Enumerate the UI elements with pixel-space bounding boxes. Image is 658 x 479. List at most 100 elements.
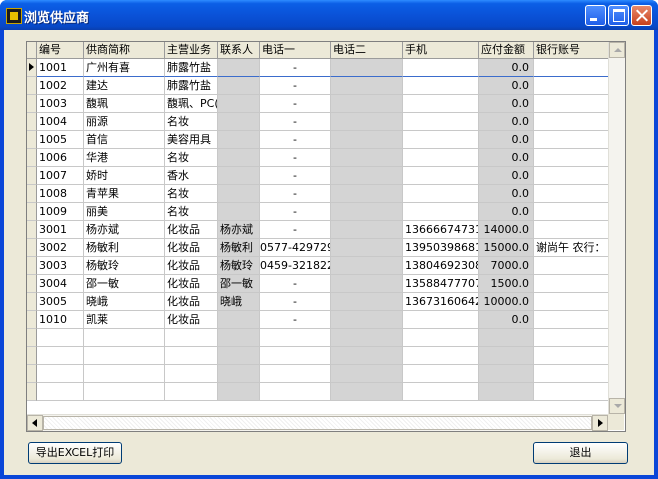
row-selector[interactable]	[27, 275, 37, 293]
close-button[interactable]	[631, 5, 652, 26]
col-business-cell[interactable]	[165, 347, 218, 365]
col-mobile-cell[interactable]: 13804692308	[403, 257, 479, 275]
col-phone2-cell[interactable]	[331, 311, 403, 329]
row-selector[interactable]	[27, 131, 37, 149]
col-phone1-cell[interactable]: -	[260, 113, 331, 131]
col-mobile-cell[interactable]	[403, 383, 479, 401]
col-business-cell[interactable]: 名妆	[165, 113, 218, 131]
col-business-cell[interactable]: 名妆	[165, 185, 218, 203]
row-selector[interactable]	[27, 113, 37, 131]
col-short-name-cell[interactable]: 丽源	[84, 113, 165, 131]
col-mobile-cell[interactable]	[403, 77, 479, 95]
col-contact-cell[interactable]	[218, 131, 260, 149]
scroll-right-icon[interactable]	[592, 415, 608, 431]
col-id-cell[interactable]	[37, 365, 84, 383]
col-phone2-cell[interactable]	[331, 167, 403, 185]
col-mobile-cell[interactable]: 13950398681	[403, 239, 479, 257]
supplier-grid[interactable]: 编号 供商简称 主营业务 联系人 电话一 电话二 手机 应付金额 银行账号 1001 广州有喜 肺露…	[26, 41, 626, 432]
col-payable-cell[interactable]: 0.0	[479, 131, 534, 149]
row-selector[interactable]	[27, 167, 37, 185]
col-payable-cell[interactable]: 0.0	[479, 77, 534, 95]
minimize-button[interactable]	[585, 5, 606, 26]
col-mobile-cell[interactable]	[403, 131, 479, 149]
row-selector[interactable]	[27, 293, 37, 311]
row-selector[interactable]	[27, 347, 37, 365]
col-phone1-cell[interactable]: -	[260, 59, 331, 77]
col-phone2-cell[interactable]	[331, 347, 403, 365]
col-mobile-cell[interactable]	[403, 329, 479, 347]
col-phone2-cell[interactable]	[331, 365, 403, 383]
col-business-cell[interactable]	[165, 329, 218, 347]
col-payable-cell[interactable]: 0.0	[479, 185, 534, 203]
col-id-cell[interactable]: 1006	[37, 149, 84, 167]
col-mobile-cell[interactable]	[403, 311, 479, 329]
col-phone1-cell[interactable]: 0459-321822	[260, 257, 331, 275]
col-payable-cell[interactable]	[479, 383, 534, 401]
exit-button[interactable]: 退出	[533, 442, 628, 464]
col-id-cell[interactable]	[37, 347, 84, 365]
col-business-header[interactable]: 主营业务	[165, 42, 218, 59]
col-contact-cell[interactable]	[218, 167, 260, 185]
col-short-name-cell[interactable]	[84, 383, 165, 401]
col-short-name-cell[interactable]: 首信	[84, 131, 165, 149]
col-contact-cell[interactable]: 杨亦斌	[218, 221, 260, 239]
col-short-name-cell[interactable]	[84, 347, 165, 365]
col-contact-cell[interactable]	[218, 149, 260, 167]
col-mobile-cell[interactable]	[403, 59, 479, 77]
col-mobile-cell[interactable]	[403, 203, 479, 221]
row-selector[interactable]	[27, 257, 37, 275]
col-id-cell[interactable]: 3003	[37, 257, 84, 275]
maximize-button[interactable]	[608, 5, 629, 26]
col-business-cell[interactable]	[165, 365, 218, 383]
col-payable-cell[interactable]: 1500.0	[479, 275, 534, 293]
row-selector[interactable]	[27, 149, 37, 167]
col-id-cell[interactable]	[37, 329, 84, 347]
col-payable-cell[interactable]: 15000.0	[479, 239, 534, 257]
col-phone2-cell[interactable]	[331, 293, 403, 311]
col-payable-cell[interactable]: 10000.0	[479, 293, 534, 311]
col-short-name-cell[interactable]	[84, 365, 165, 383]
col-short-name-header[interactable]: 供商简称	[84, 42, 165, 59]
col-phone1-cell[interactable]: 0577-4297295	[260, 239, 331, 257]
col-short-name-cell[interactable]: 丽美	[84, 203, 165, 221]
row-selector[interactable]	[27, 329, 37, 347]
col-contact-cell[interactable]: 杨敏利	[218, 239, 260, 257]
col-mobile-cell[interactable]	[403, 95, 479, 113]
col-contact-cell[interactable]	[218, 311, 260, 329]
row-selector[interactable]	[27, 311, 37, 329]
col-contact-cell[interactable]	[218, 365, 260, 383]
col-mobile-cell[interactable]: 13588477707	[403, 275, 479, 293]
col-payable-cell[interactable]: 14000.0	[479, 221, 534, 239]
col-business-cell[interactable]: 香水	[165, 167, 218, 185]
col-short-name-cell[interactable]: 娇时	[84, 167, 165, 185]
col-mobile-cell[interactable]	[403, 167, 479, 185]
col-mobile-cell[interactable]	[403, 113, 479, 131]
col-mobile-header[interactable]: 手机	[403, 42, 479, 59]
row-selector[interactable]	[27, 383, 37, 401]
col-phone2-cell[interactable]	[331, 95, 403, 113]
col-id-header[interactable]: 编号	[37, 42, 84, 59]
col-phone1-cell[interactable]	[260, 365, 331, 383]
col-id-cell[interactable]: 1008	[37, 185, 84, 203]
col-id-cell[interactable]: 1005	[37, 131, 84, 149]
col-phone1-cell[interactable]: -	[260, 131, 331, 149]
col-phone2-cell[interactable]	[331, 185, 403, 203]
col-business-cell[interactable]: 化妆品	[165, 221, 218, 239]
col-phone2-cell[interactable]	[331, 59, 403, 77]
col-short-name-cell[interactable]: 杨敏利	[84, 239, 165, 257]
col-mobile-cell[interactable]	[403, 365, 479, 383]
horizontal-scroll-thumb[interactable]	[43, 416, 592, 430]
col-mobile-cell[interactable]	[403, 185, 479, 203]
col-phone1-cell[interactable]: -	[260, 149, 331, 167]
col-phone2-cell[interactable]	[331, 203, 403, 221]
col-id-cell[interactable]: 3001	[37, 221, 84, 239]
col-payable-cell[interactable]	[479, 365, 534, 383]
col-phone2-cell[interactable]	[331, 131, 403, 149]
col-id-cell[interactable]: 3004	[37, 275, 84, 293]
col-phone1-cell[interactable]: -	[260, 221, 331, 239]
col-id-cell[interactable]: 1002	[37, 77, 84, 95]
col-contact-cell[interactable]	[218, 59, 260, 77]
col-payable-cell[interactable]: 0.0	[479, 113, 534, 131]
col-business-cell[interactable]: 化妆品	[165, 293, 218, 311]
col-payable-cell[interactable]	[479, 347, 534, 365]
